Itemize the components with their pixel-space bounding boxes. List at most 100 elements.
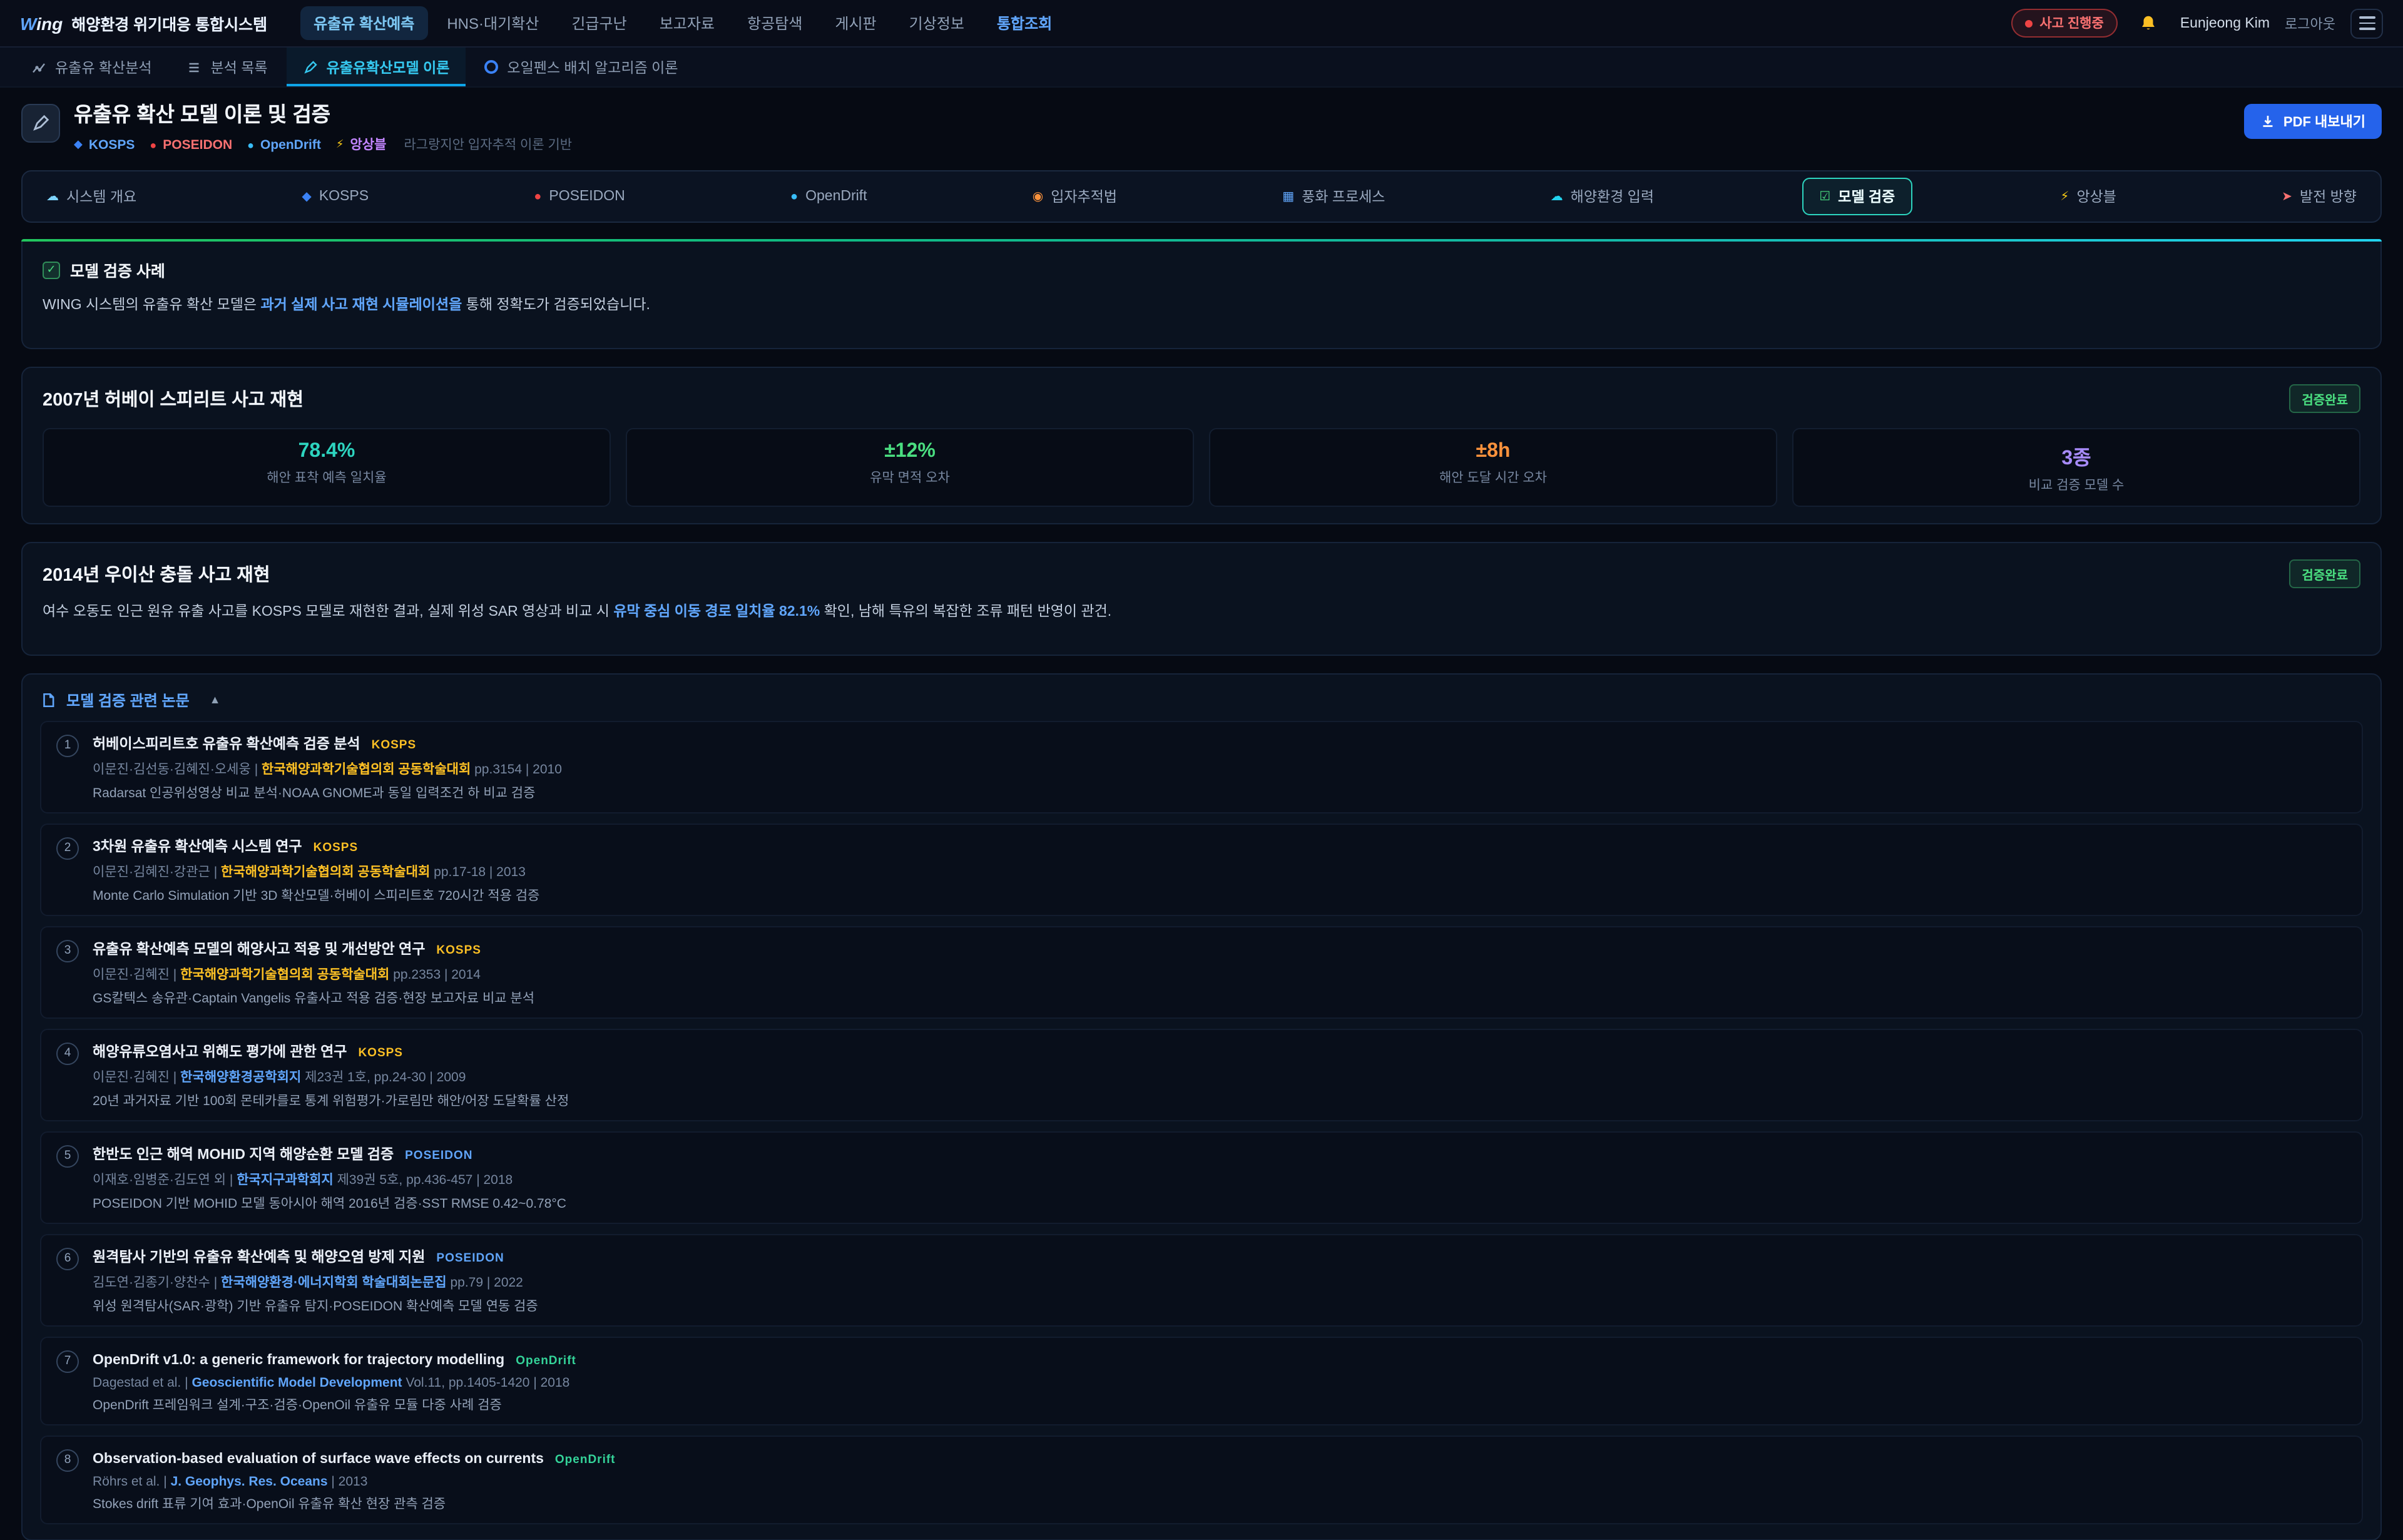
nav-item-reports[interactable]: 보고자료 xyxy=(646,6,728,40)
meta-separator: | xyxy=(214,864,217,879)
paper-journal: Geoscientific Model Development xyxy=(191,1375,402,1390)
paper-row[interactable]: 3 유출유 확산예측 모델의 해양사고 적용 및 개선방안 연구KOSPS 이문… xyxy=(40,926,2363,1018)
paper-model-badge: OpenDrift xyxy=(555,1452,616,1466)
section-tab-poseidon[interactable]: ●POSEIDON xyxy=(516,178,643,215)
diamond-icon: ◆ xyxy=(74,138,83,151)
case-text-post: 확인, 남해 특유의 복잡한 조류 패턴 반영이 관건. xyxy=(820,604,1111,620)
tab-spill-model-theory[interactable]: 유출유확산모델 이론 xyxy=(287,48,466,86)
paper-pub: pp.2353 | 2014 xyxy=(393,967,481,982)
badge-opendrift: ● OpenDrift xyxy=(247,137,321,152)
section-tab-future-direction[interactable]: ➤발전 방향 xyxy=(2264,178,2374,215)
stat-shoreline-match: 78.4% 해안 표착 예측 일치율 xyxy=(43,428,611,507)
pdf-export-button[interactable]: PDF 내보내기 xyxy=(2245,104,2382,139)
menu-icon[interactable] xyxy=(2350,8,2383,38)
paper-model-badge: KOSPS xyxy=(358,1046,403,1059)
paper-description: 20년 과거자료 기반 100회 몬테카를로 통계 위험평가·가로림만 해안/어… xyxy=(93,1091,569,1109)
paper-row[interactable]: 2 3차원 유출유 확산예측 시스템 연구KOSPS 이문진·김혜진·강관근 |… xyxy=(40,823,2363,915)
section-tab-particle-tracking[interactable]: ◉입자추적법 xyxy=(1015,178,1135,215)
tab-analysis-list[interactable]: 분석 목록 xyxy=(171,48,284,86)
section-tab-weathering[interactable]: ▦풍화 프로세스 xyxy=(1265,178,1402,215)
intro-text-link[interactable]: 과거 실제 사고 재현 시뮬레이션을 xyxy=(260,298,462,313)
paper-row[interactable]: 4 해양유류오염사고 위해도 평가에 관한 연구KOSPS 이문진·김혜진 | … xyxy=(40,1028,2363,1121)
dot-icon: ● xyxy=(247,138,254,151)
nav-item-hns-atmospheric[interactable]: HNS·대기확산 xyxy=(433,6,553,40)
paper-body: 허베이스피리트호 유출유 확산예측 검증 분석KOSPS 이문진·김선동·김혜진… xyxy=(93,732,562,802)
target-icon: ◉ xyxy=(1033,190,1043,203)
paper-model-badge: POSEIDON xyxy=(405,1148,472,1162)
verified-badge: 검증완료 xyxy=(2289,559,2360,588)
case-2007-stats: 78.4% 해안 표착 예측 일치율 ±12% 유막 면적 오차 ±8h 해안 … xyxy=(43,428,2360,507)
paper-title: 허베이스피리트호 유출유 확산예측 검증 분석 xyxy=(93,737,360,752)
case-text-link[interactable]: 유막 중심 이동 경로 일치율 82.1% xyxy=(613,604,820,620)
nav-item-emergency-rescue[interactable]: 긴급구난 xyxy=(558,6,640,40)
papers-collapse-header[interactable]: 모델 검증 관련 논문 ▲ xyxy=(40,689,2363,710)
paper-row[interactable]: 8 Observation-based evaluation of surfac… xyxy=(40,1435,2363,1524)
section-tab-opendrift[interactable]: ●OpenDrift xyxy=(773,178,885,215)
section-tab-ensemble[interactable]: ⚡앙상블 xyxy=(2043,178,2134,215)
meta-separator: | xyxy=(173,967,176,982)
download-icon xyxy=(2261,114,2276,129)
paper-description: GS칼텍스 송유관·Captain Vangelis 유출사고 적용 검증·현장… xyxy=(93,988,534,1007)
section-tab-overview[interactable]: ☁시스템 개요 xyxy=(29,178,154,215)
paper-number: 3 xyxy=(56,939,79,962)
paper-pub: | 2013 xyxy=(331,1474,367,1489)
case-2014-text: 여수 오동도 인근 원유 유출 사고를 KOSPS 모델로 재현한 결과, 실제… xyxy=(43,602,2360,624)
paper-body: 3차원 유출유 확산예측 시스템 연구KOSPS 이문진·김혜진·강관근 | 한… xyxy=(93,834,539,904)
collapse-triangle-icon: ▲ xyxy=(210,693,221,706)
cloud-icon: ☁ xyxy=(1551,190,1563,203)
tab-oil-fence-theory[interactable]: 오일펜스 배치 알고리즘 이론 xyxy=(468,48,694,86)
page-title: 유출유 확산 모델 이론 및 검증 xyxy=(74,104,572,126)
section-tab-ocean-input[interactable]: ☁해양환경 입력 xyxy=(1533,178,1671,215)
paper-model-badge: OpenDrift xyxy=(516,1354,576,1367)
paper-model-badge: POSEIDON xyxy=(436,1251,504,1265)
case-2007-title: 2007년 허베이 스피리트 사고 재현 xyxy=(43,385,304,412)
nav-item-aerial-search[interactable]: 항공탐색 xyxy=(733,6,816,40)
stat-value: ±12% xyxy=(637,441,1183,463)
stat-arrival-time-error: ±8h 해안 도달 시간 오차 xyxy=(1209,428,1777,507)
notification-bell-icon[interactable] xyxy=(2133,7,2165,39)
section-tab-model-validation[interactable]: ☑모델 검증 xyxy=(1802,178,1912,215)
lightning-icon: ⚡ xyxy=(2060,190,2069,203)
nav-item-integrated-search[interactable]: 통합조회 xyxy=(983,6,1066,40)
dot-icon: ● xyxy=(150,138,156,151)
paper-journal: J. Geophys. Res. Oceans xyxy=(171,1474,328,1489)
meta-separator: | xyxy=(163,1474,166,1489)
incident-status-badge[interactable]: 사고 진행중 xyxy=(2011,9,2117,38)
paper-body: 원격탐사 기반의 유출유 확산예측 및 해양오염 방제 지원POSEIDON 김… xyxy=(93,1245,538,1315)
logout-button[interactable]: 로그아웃 xyxy=(2285,13,2335,33)
dot-icon: ● xyxy=(534,190,541,203)
section-tab-label: 풍화 프로세스 xyxy=(1302,186,1385,207)
page-header-left: 유출유 확산 모델 이론 및 검증 ◆ KOSPS ● POSEIDON ● O xyxy=(21,104,572,154)
case-2014-card: 2014년 우이산 충돌 사고 재현 검증완료 여수 오동도 인근 원유 유출 … xyxy=(21,542,2382,656)
paper-title: 3차원 유출유 확산예측 시스템 연구 xyxy=(93,839,302,854)
section-tab-kosps[interactable]: ◆KOSPS xyxy=(284,178,386,215)
incident-dot-icon xyxy=(2024,19,2032,27)
paper-title: OpenDrift v1.0: a generic framework for … xyxy=(93,1352,504,1367)
nav-item-board[interactable]: 게시판 xyxy=(821,6,890,40)
navbar-right: 사고 진행중 Eunjeong Kim 로그아웃 xyxy=(2011,7,2383,39)
badge-poseidon: ● POSEIDON xyxy=(150,137,232,152)
paper-number: 6 xyxy=(56,1247,79,1270)
top-navbar: Wing 해양환경 위기대응 통합시스템 유출유 확산예측 HNS·대기확산 긴… xyxy=(0,0,2403,48)
stat-label: 유막 면적 오차 xyxy=(637,468,1183,487)
badge-kosps: ◆ KOSPS xyxy=(74,137,135,152)
tab-label: 오일펜스 배치 알고리즘 이론 xyxy=(507,57,678,77)
badge-ensemble: ⚡ 앙상블 xyxy=(336,135,387,154)
paper-row[interactable]: 5 한반도 인근 해역 MOHID 지역 해양순환 모델 검증POSEIDON … xyxy=(40,1131,2363,1223)
meta-separator: | xyxy=(255,762,258,777)
app-root: Wing 해양환경 위기대응 통합시스템 유출유 확산예측 HNS·대기확산 긴… xyxy=(0,0,2403,1194)
paper-row[interactable]: 6 원격탐사 기반의 유출유 확산예측 및 해양오염 방제 지원POSEIDON… xyxy=(40,1233,2363,1326)
dot-icon: ● xyxy=(790,190,798,203)
paper-journal: 한국지구과학회지 xyxy=(237,1172,334,1187)
app-logo[interactable]: Wing 해양환경 위기대응 통합시스템 xyxy=(20,11,267,35)
nav-item-spill-prediction[interactable]: 유출유 확산예측 xyxy=(300,6,428,40)
paper-row[interactable]: 7 OpenDrift v1.0: a generic framework fo… xyxy=(40,1336,2363,1425)
pdf-export-label: PDF 내보내기 xyxy=(2283,111,2365,131)
paper-pub: pp.3154 | 2010 xyxy=(474,762,562,777)
stat-label: 해안 표착 예측 일치율 xyxy=(54,468,599,487)
nav-item-weather[interactable]: 기상정보 xyxy=(895,6,978,40)
tab-spill-analysis[interactable]: 유출유 확산분석 xyxy=(15,48,168,86)
paper-body: 해양유류오염사고 위해도 평가에 관한 연구KOSPS 이문진·김혜진 | 한국… xyxy=(93,1039,569,1109)
paper-description: POSEIDON 기반 MOHID 모델 동아시아 해역 2016년 검증·SS… xyxy=(93,1193,566,1212)
paper-row[interactable]: 1 허베이스피리트호 유출유 확산예측 검증 분석KOSPS 이문진·김선동·김… xyxy=(40,720,2363,813)
